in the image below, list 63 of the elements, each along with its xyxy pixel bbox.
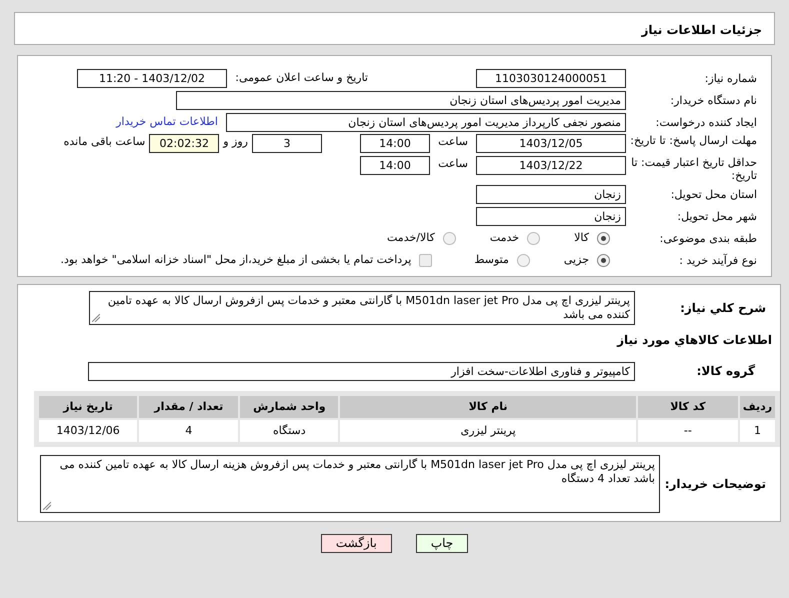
field-label: شماره نیاز: — [704, 72, 757, 84]
table-cell: 1403/12/06 — [39, 420, 138, 442]
remaining-time-field[interactable]: 02:02:32 — [149, 134, 220, 153]
field-label: نوع فرآیند خرید : — [679, 254, 757, 266]
column-header: نام کالا — [340, 396, 636, 418]
field-label: شهر محل تحویل: — [677, 210, 757, 222]
table-cell: دستگاه — [240, 420, 338, 442]
price-validity-time-field[interactable]: 14:00 — [360, 156, 430, 175]
resize-grip-icon — [92, 314, 100, 322]
need-number-field[interactable]: 1103030124000051 — [476, 68, 626, 88]
radio-label: جزیی — [564, 252, 589, 268]
radio-label: کالا — [574, 230, 589, 246]
table-cell: -- — [638, 420, 738, 442]
buyer-org-field[interactable]: مدیریت امور پردیس‌های استان زنجان — [176, 90, 626, 110]
checkbox-label: پرداخت تمام یا بخشی از مبلغ خرید،از محل "اسناد خزانه اسلامی" خواهد بود. — [60, 252, 412, 268]
radio-button[interactable] — [516, 254, 530, 266]
radio-button[interactable] — [597, 232, 610, 244]
column-header: کد کالا — [638, 396, 738, 418]
field-label: استان محل تحویل: — [670, 188, 757, 200]
field-label: ایجاد کننده درخواست: — [656, 116, 757, 128]
radio-label: متوسط — [474, 252, 509, 268]
reply-date-field[interactable]: 1403/12/05 — [476, 134, 626, 153]
radio-button[interactable] — [442, 232, 456, 244]
buyer-contact-link[interactable]: اطلاعات تماس خریدار — [116, 114, 218, 130]
print-button[interactable]: چاپ — [416, 534, 468, 553]
back-button[interactable]: بازگشت — [320, 534, 392, 553]
field-label: نام دستگاه خریدار: — [670, 94, 757, 106]
field-label: تاریخ و ساعت اعلان عمومی: — [235, 70, 368, 84]
reply-time-field[interactable]: 14:00 — [360, 134, 430, 153]
buyer-notes-textarea[interactable]: پرینتر لیزری اچ پی مدل M501dn laser jet Pro با گارانتی معتبر و خدمات پس ازفروش هزینه ارسال کالا به عهده تامین کننده می باشد تعداد 4 دستگاه — [40, 455, 660, 513]
radio-label: کالا/خدمت — [387, 230, 435, 246]
goods-group-field[interactable]: کامپیوتر و فناوری اطلاعات-سخت افزار — [88, 362, 635, 380]
resize-grip-icon — [43, 502, 51, 510]
city-field[interactable]: زنجان — [476, 206, 626, 226]
field-label: طبقه بندی موضوعی: — [660, 232, 757, 244]
column-header: تاریخ نیاز — [39, 396, 138, 418]
radio-label: خدمت — [490, 230, 520, 246]
column-header: تعداد / مقدار — [139, 396, 238, 418]
description-textarea[interactable]: پرینتر لیزری اچ پی مدل M501dn laser jet Pro با گارانتی معتبر و خدمات پس ازفروش ارسال کالا به عهده تامین کننده می باشد — [89, 291, 635, 325]
province-field[interactable]: زنجان — [476, 184, 626, 204]
field-label: توضیحات خریدار: — [664, 476, 766, 490]
field-label: روز و — [223, 135, 248, 148]
column-header: واحد شمارش — [240, 396, 338, 418]
table-cell: 4 — [139, 420, 238, 442]
radio-button[interactable] — [527, 232, 540, 244]
table-cell: 1 — [740, 420, 775, 442]
field-label: مهلت ارسال پاسخ: تا تاریخ: — [630, 134, 757, 147]
price-validity-date-field[interactable]: 1403/12/22 — [476, 156, 626, 175]
field-label: حداقل تاریخ اعتبار قیمت: تا تاریخ: — [631, 156, 757, 182]
checkbox[interactable] — [419, 254, 432, 266]
section-title: اطلاعات کالاهاي مورد نياز — [617, 333, 772, 347]
requester-field[interactable]: منصور نجفی کارپرداز مدیریت امور پردیس‌های استان زنجان — [226, 112, 626, 132]
announce-date-field[interactable]: 1403/12/02 - 11:20 — [77, 68, 227, 88]
field-label: ساعت — [438, 157, 468, 170]
column-header: ردیف — [740, 396, 775, 418]
field-label: گروه کالا: — [696, 364, 755, 378]
field-label: شرح کلي نياز: — [680, 300, 766, 314]
radio-button[interactable] — [597, 254, 610, 266]
page-title: جزئیات اطلاعات نیاز — [641, 23, 762, 37]
table-cell: پرینتر لیزری — [340, 420, 636, 442]
field-label: ساعت باقی مانده — [64, 135, 146, 148]
field-label: ساعت — [438, 135, 468, 148]
days-field[interactable]: 3 — [252, 134, 322, 153]
